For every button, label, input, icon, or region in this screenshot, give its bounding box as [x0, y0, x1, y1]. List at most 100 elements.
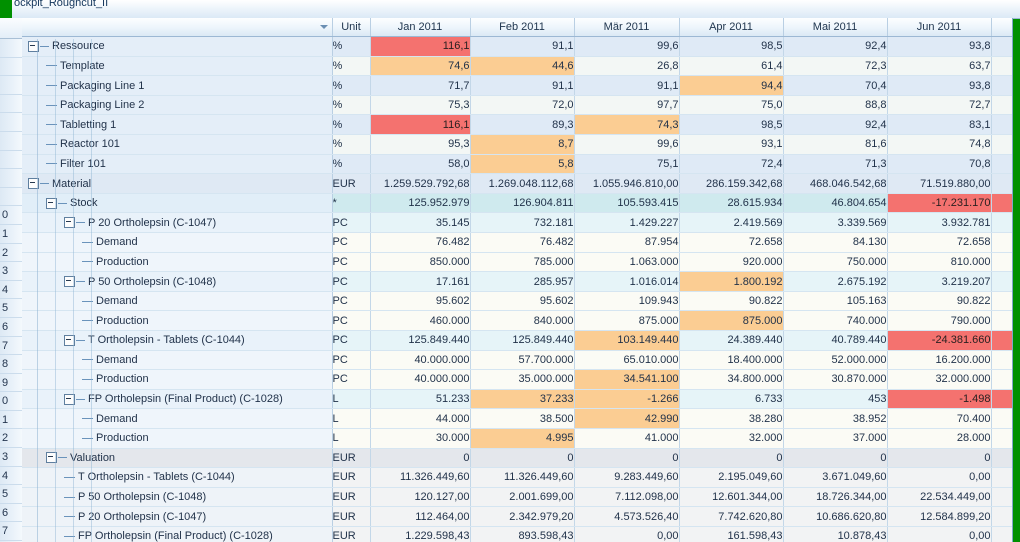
table-row[interactable]: Material EUR 1.259.529.792,68 1.269.048.112… — [22, 173, 1012, 194]
value-cell[interactable]: 840.000 — [470, 310, 575, 331]
row-number[interactable]: 4 — [0, 467, 22, 486]
row-number[interactable]: 2 — [0, 244, 22, 263]
row-label-cell[interactable]: T Ortholepsin - Tablets (C-1044) — [22, 330, 333, 351]
value-cell[interactable]: 28.000 — [887, 428, 992, 449]
unit-cell[interactable]: % — [332, 75, 371, 96]
value-cell[interactable]: 11.326.449,60 — [470, 467, 575, 488]
unit-cell[interactable]: % — [332, 95, 371, 116]
value-cell[interactable]: 98,5 — [679, 36, 784, 57]
row-label-cell[interactable]: Demand — [22, 291, 333, 312]
value-cell[interactable]: 875.000 — [574, 310, 680, 331]
value-cell[interactable]: 37.000 — [783, 428, 888, 449]
value-cell[interactable]: 116,1 — [370, 114, 471, 136]
value-cell[interactable]: 3.219.207 — [887, 271, 992, 292]
row-label-cell[interactable]: Packaging Line 2 — [22, 95, 333, 116]
value-cell[interactable]: 2.001.699,00 — [470, 487, 575, 508]
value-cell[interactable]: 32.000 — [679, 428, 784, 449]
row-label-cell[interactable]: Production — [22, 369, 333, 390]
row-number[interactable]: 3 — [0, 262, 22, 281]
value-cell[interactable]: 7.112.098,00 — [574, 487, 680, 508]
value-cell[interactable]: 3.339.569 — [783, 212, 888, 234]
row-label-cell[interactable]: Template — [22, 56, 333, 77]
header-month-3[interactable]: Apr 2011 — [679, 18, 784, 38]
unit-cell[interactable]: L — [332, 408, 371, 429]
value-cell[interactable]: 7.742.620,80 — [679, 506, 784, 527]
value-cell[interactable]: 34.541.100 — [574, 369, 680, 390]
value-cell[interactable]: 0,00 — [887, 526, 992, 542]
row-number[interactable] — [0, 39, 22, 58]
value-cell[interactable]: 2.419.569 — [679, 212, 784, 234]
row-number[interactable] — [0, 113, 22, 132]
value-cell[interactable]: 92,4 — [783, 114, 888, 136]
row-label-cell[interactable]: Tabletting 1 — [22, 114, 333, 136]
value-cell[interactable]: 72.658 — [679, 232, 784, 253]
value-cell[interactable]: 44.000 — [370, 408, 471, 429]
table-row[interactable]: Tabletting 1% 116,1 89,3 74,3 98,5 92,4 83,1 — [22, 114, 1012, 136]
unit-cell[interactable]: EUR — [332, 448, 371, 469]
value-cell[interactable]: 63,7 — [887, 56, 992, 77]
value-cell[interactable]: 2.342.979,20 — [470, 506, 575, 527]
window-titlebar[interactable]: ockpit_Roughcut_II — [12, 0, 1020, 19]
value-cell[interactable]: 125.849.440 — [470, 330, 575, 351]
header-month-overflow[interactable] — [991, 18, 1012, 38]
row-label-cell[interactable]: Filter 101 — [22, 154, 333, 175]
header-month-1[interactable]: Feb 2011 — [470, 18, 575, 38]
row-number[interactable]: 9 — [0, 374, 22, 393]
unit-cell[interactable]: PC — [332, 350, 371, 371]
value-cell[interactable]: 453 — [783, 389, 888, 410]
row-label-cell[interactable]: Reactor 101 — [22, 134, 333, 155]
unit-cell[interactable]: PC — [332, 271, 371, 292]
row-number[interactable] — [0, 151, 22, 170]
value-cell[interactable]: 90.822 — [887, 291, 992, 312]
table-row[interactable]: Demand PC 95.602 95.602 109.943 90.822 105.163… — [22, 291, 1012, 312]
table-row[interactable]: FP Ortholepsin (Final Product) (C-1028) E… — [22, 526, 1012, 542]
value-cell[interactable]: 93,8 — [887, 75, 992, 96]
value-cell[interactable]: 72,4 — [679, 154, 784, 175]
row-label-cell[interactable]: P 20 Ortholepsin (C-1047) — [22, 506, 333, 527]
table-row[interactable]: Packaging Line 2% 75,3 72,0 97,7 75,0 88,8 72,… — [22, 95, 1012, 116]
value-cell[interactable]: 785.000 — [470, 252, 575, 273]
value-cell[interactable]: 46.804.654 — [783, 193, 888, 214]
value-cell[interactable]: 95.602 — [370, 291, 471, 312]
value-cell[interactable]: 70,4 — [783, 75, 888, 96]
value-cell[interactable]: 3.932.781 — [887, 212, 992, 234]
value-cell[interactable]: 875.000 — [679, 310, 784, 331]
value-cell[interactable]: 84.130 — [783, 232, 888, 253]
value-cell[interactable]: 95,3 — [370, 134, 471, 155]
row-label-cell[interactable]: T Ortholepsin - Tablets (C-1044) — [22, 467, 333, 488]
unit-cell[interactable]: L — [332, 428, 371, 449]
table-row[interactable]: Demand PC 76.482 76.482 87.954 72.658 84.130 72… — [22, 232, 1012, 253]
table-row[interactable]: P 50 Ortholepsin (C-1048) EUR 120.127,00 2.… — [22, 487, 1012, 508]
value-cell[interactable]: 91,1 — [470, 75, 575, 96]
unit-cell[interactable]: * — [332, 193, 371, 214]
value-cell[interactable]: 95.602 — [470, 291, 575, 312]
value-cell[interactable]: 44,6 — [470, 56, 575, 77]
unit-cell[interactable]: EUR — [332, 173, 371, 194]
value-cell[interactable]: 65.010.000 — [574, 350, 680, 371]
row-number[interactable]: 5 — [0, 299, 22, 318]
unit-cell[interactable]: EUR — [332, 506, 371, 527]
value-cell[interactable]: 89,3 — [470, 114, 575, 136]
row-label-cell[interactable]: FP Ortholepsin (Final Product) (C-1028) — [22, 526, 333, 542]
value-cell[interactable]: 1.259.529.792,68 — [370, 173, 471, 194]
header-name-column[interactable] — [22, 18, 333, 38]
value-cell[interactable]: 99,6 — [574, 134, 680, 155]
value-cell[interactable]: 468.046.542,68 — [783, 173, 888, 194]
value-cell[interactable]: 161.598,43 — [679, 526, 784, 542]
table-row[interactable]: T Ortholepsin - Tablets (C-1044) EUR 11.32… — [22, 467, 1012, 488]
value-cell[interactable]: 4.995 — [470, 428, 575, 449]
value-cell[interactable]: 81,6 — [783, 134, 888, 155]
value-cell[interactable]: 0 — [370, 448, 471, 469]
value-cell[interactable]: 2.195.049,60 — [679, 467, 784, 488]
row-number[interactable]: 6 — [0, 318, 22, 337]
value-cell[interactable]: 87.954 — [574, 232, 680, 253]
value-cell[interactable]: 75,0 — [679, 95, 784, 116]
table-row[interactable]: Demand L 44.000 38.500 42.990 38.280 38.952 70.… — [22, 408, 1012, 429]
row-label-cell[interactable]: P 50 Ortholepsin (C-1048) — [22, 487, 333, 508]
row-label-cell[interactable]: Demand — [22, 408, 333, 429]
value-cell[interactable]: 74,6 — [370, 56, 471, 77]
row-number[interactable]: 1 — [0, 225, 22, 244]
table-row[interactable]: Production PC 460.000 840.000 875.000 875.000… — [22, 310, 1012, 331]
value-cell[interactable]: 0 — [574, 448, 680, 469]
table-row[interactable]: P 50 Ortholepsin (C-1048) PC 17.161 285.957… — [22, 271, 1012, 292]
